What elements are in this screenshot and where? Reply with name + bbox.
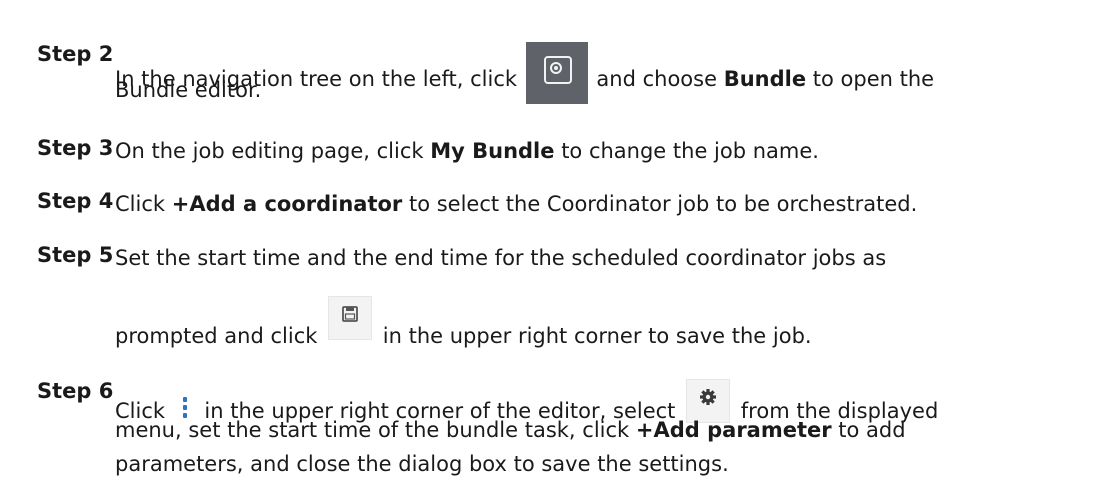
step-4-text: Click +Add a coordinator to select the C…	[115, 192, 918, 216]
add-coordinator-term: +Add a coordinator	[171, 192, 403, 216]
step-2-line-2: Bundle editor.	[115, 78, 262, 102]
save-floppy-icon[interactable]	[328, 296, 373, 340]
step-label: Step 5	[37, 243, 114, 267]
step-3-text: On the job editing page, click My Bundle…	[115, 139, 819, 163]
my-bundle-term: My Bundle	[430, 139, 555, 163]
step-label: Step 6	[37, 379, 114, 403]
step-6-line-2: menu, set the start time of the bundle t…	[115, 418, 906, 442]
step-5-line-2: prompted and click in the upper right co…	[115, 296, 1110, 351]
step-6-line-3: parameters, and close the dialog box to …	[115, 452, 729, 476]
step-5-line-1: Set the start time and the end time for …	[115, 246, 887, 270]
add-parameter-term: +Add parameter	[635, 418, 832, 442]
step-label: Step 3	[37, 136, 114, 160]
step-label: Step 4	[37, 189, 114, 213]
step-label: Step 2	[37, 42, 114, 66]
